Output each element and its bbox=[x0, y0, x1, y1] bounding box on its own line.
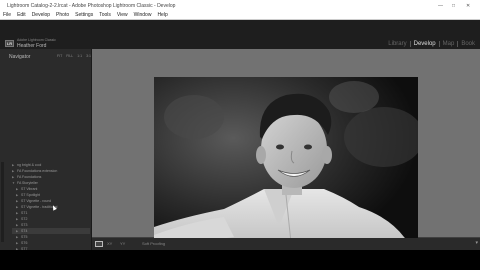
zoom-3-1[interactable]: 3:1 bbox=[86, 54, 91, 58]
navigator-header[interactable]: Navigator FIT FILL 1:1 3:1 bbox=[9, 53, 91, 61]
menu-edit[interactable]: Edit bbox=[17, 12, 26, 18]
lightroom-app: LR Adobe Lightroom Classic Heather Ford … bbox=[0, 20, 480, 267]
menu-bar: File Edit Develop Photo Settings Tools V… bbox=[3, 12, 168, 18]
toolbar-menu-arrow-icon[interactable]: ▾ bbox=[475, 240, 478, 246]
main-photo[interactable] bbox=[154, 77, 418, 252]
module-book[interactable]: Book bbox=[458, 41, 478, 47]
bottom-letterbox bbox=[0, 250, 480, 270]
compare-view-button[interactable]: XY bbox=[107, 241, 112, 246]
module-develop[interactable]: Develop bbox=[411, 41, 440, 47]
navigator-zoom-options: FIT FILL 1:1 3:1 bbox=[57, 54, 91, 58]
identity-bar: LR Adobe Lightroom Classic Heather Ford … bbox=[0, 20, 480, 49]
left-panel: Navigator FIT FILL 1:1 3:1 ▶ ng bright & … bbox=[0, 49, 92, 267]
minimize-icon[interactable]: — bbox=[438, 3, 443, 9]
loupe-view-icon[interactable] bbox=[95, 241, 103, 247]
panel-scrollbar[interactable] bbox=[1, 162, 4, 242]
lightroom-logo-icon: LR bbox=[5, 40, 14, 47]
navigator-title: Navigator bbox=[9, 54, 31, 60]
develop-toolbar: XY YY Soft Proofing ▾ bbox=[92, 238, 480, 250]
module-map[interactable]: Map bbox=[440, 41, 459, 47]
menu-settings[interactable]: Settings bbox=[75, 12, 93, 18]
menu-file[interactable]: File bbox=[3, 12, 11, 18]
survey-view-button[interactable]: YY bbox=[120, 241, 125, 246]
soft-proofing-checkbox[interactable]: Soft Proofing bbox=[142, 241, 165, 246]
collections-list: ▶ ng bright & cool ▶ FA Foundations extensi… bbox=[12, 162, 90, 264]
account-label: Adobe Lightroom Classic bbox=[17, 38, 56, 42]
menu-develop[interactable]: Develop bbox=[32, 12, 50, 18]
module-picker: Library Develop Map Book bbox=[385, 41, 478, 47]
close-icon[interactable]: ✕ bbox=[466, 3, 470, 9]
zoom-1-1[interactable]: 1:1 bbox=[77, 54, 82, 58]
menu-photo[interactable]: Photo bbox=[56, 12, 69, 18]
menu-tools[interactable]: Tools bbox=[99, 12, 111, 18]
zoom-fit[interactable]: FIT bbox=[57, 54, 62, 58]
menu-help[interactable]: Help bbox=[157, 12, 167, 18]
module-library[interactable]: Library bbox=[385, 41, 411, 47]
zoom-fill[interactable]: FILL bbox=[66, 54, 73, 58]
maximize-icon[interactable]: □ bbox=[452, 3, 455, 9]
window-title: Lightroom Catalog-2-2.lrcat - Adobe Phot… bbox=[7, 3, 176, 9]
window-titlebar: Lightroom Catalog-2-2.lrcat - Adobe Phot… bbox=[0, 0, 480, 20]
menu-view[interactable]: View bbox=[117, 12, 128, 18]
image-workspace bbox=[92, 49, 480, 252]
menu-window[interactable]: Window bbox=[134, 12, 152, 18]
